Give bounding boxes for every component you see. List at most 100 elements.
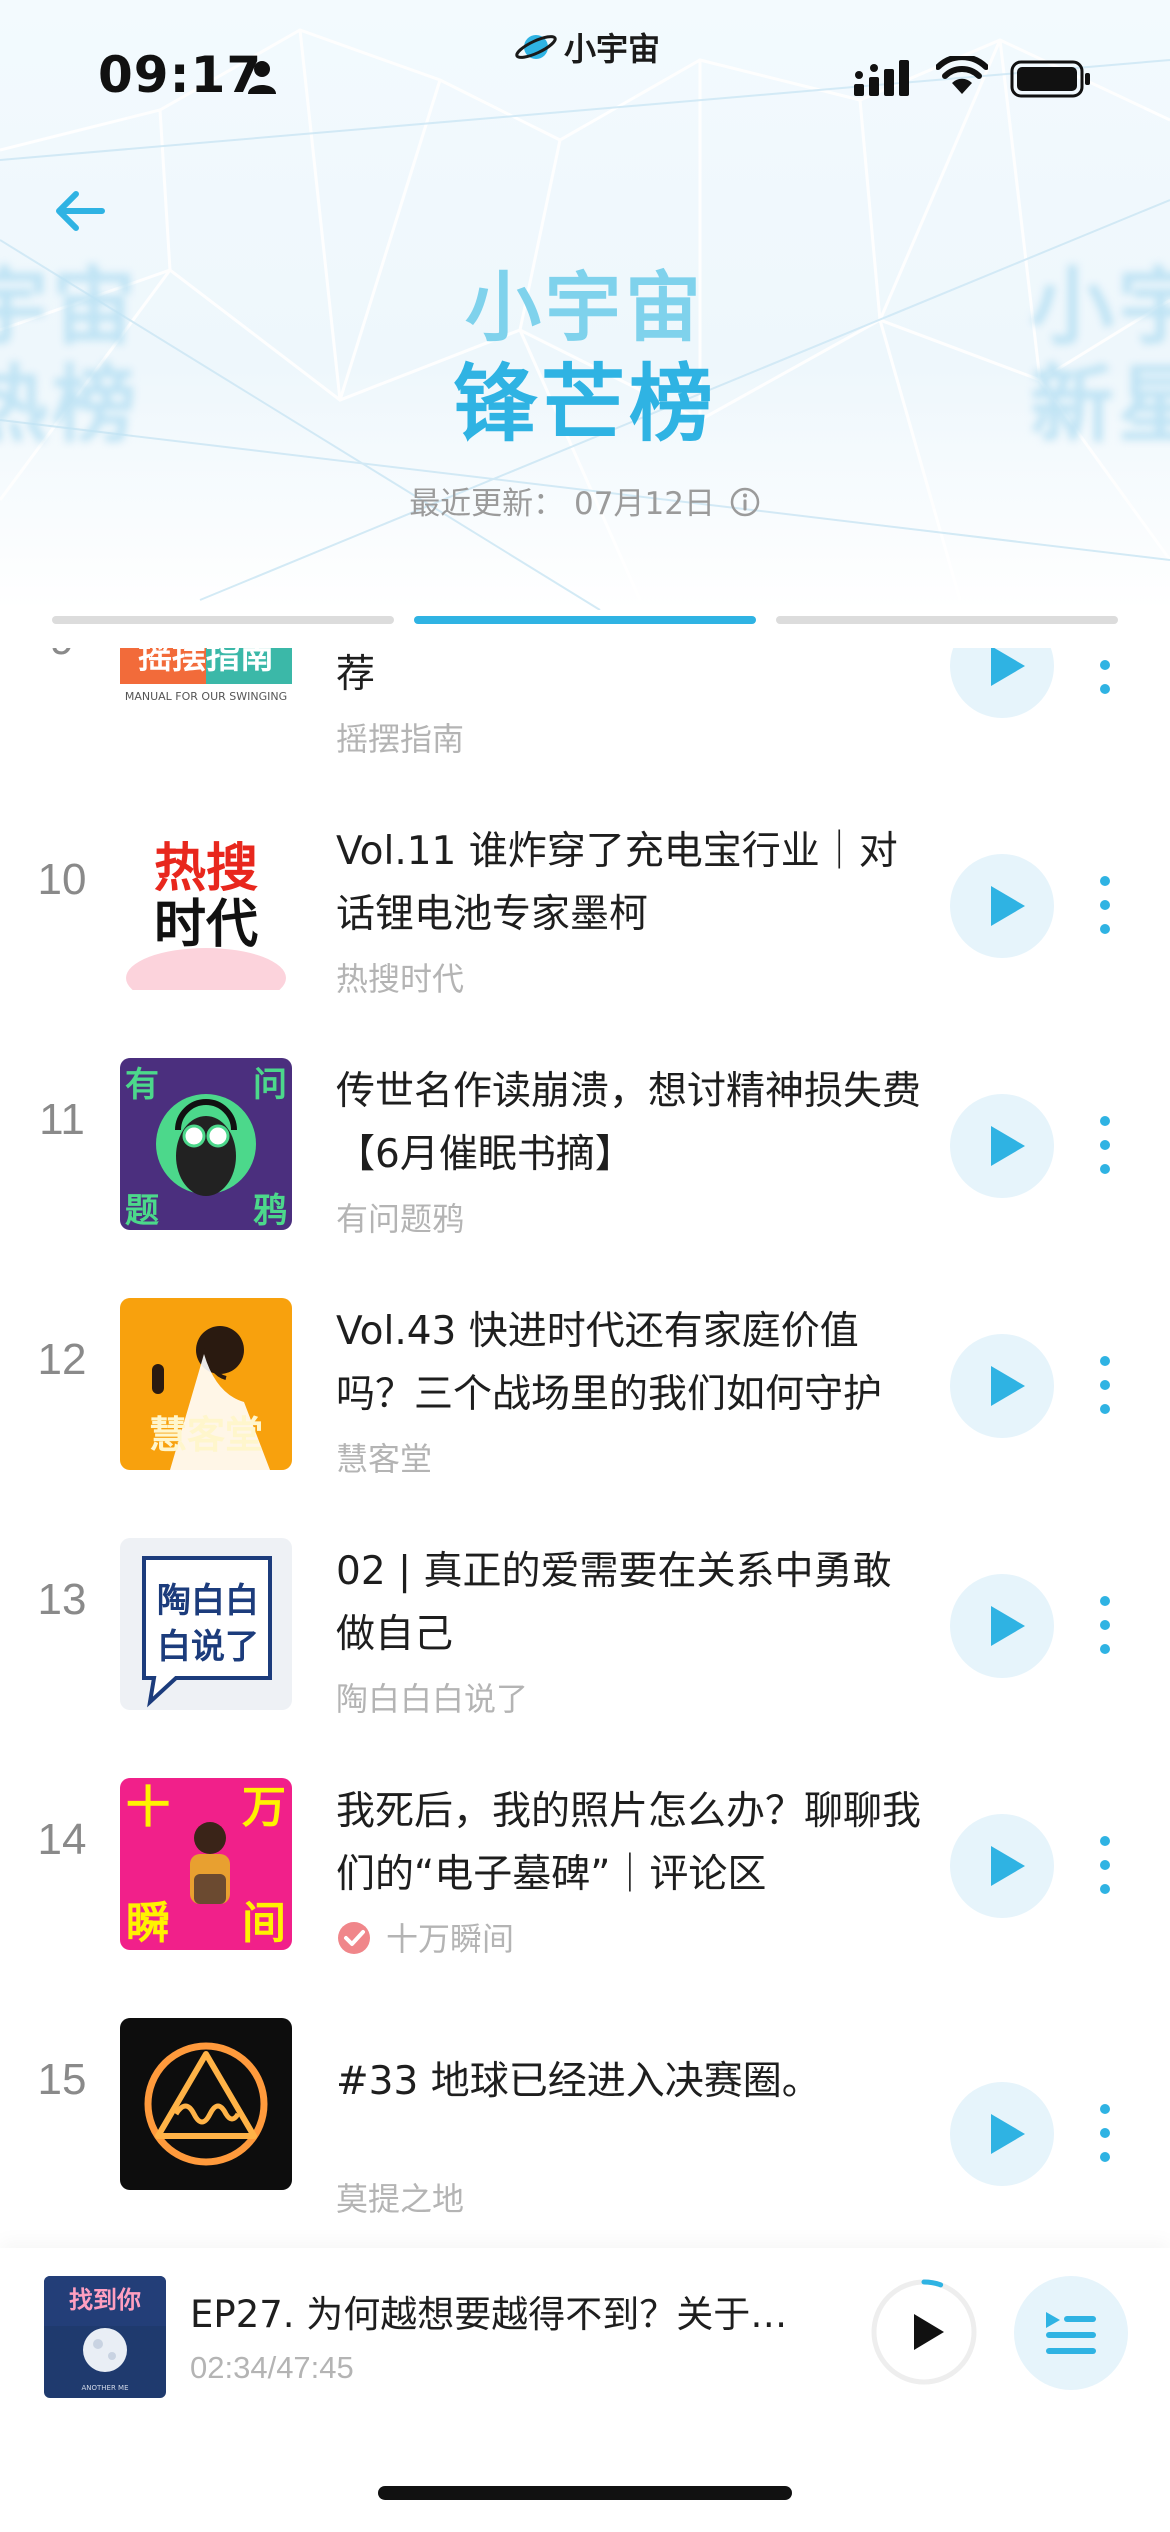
ranking-row[interactable]: 15 #33 地球已经进入决赛圈。 莫提之地 [0,1978,1170,2218]
last-updated-label: 最近更新： [409,486,565,522]
podcast-cover[interactable]: 热搜 时代 [120,818,292,990]
podcast-name[interactable]: 莫提之地 [336,2174,464,2220]
podcast-name[interactable]: 慧客堂 [336,1434,432,1480]
more-options-button[interactable] [1090,1830,1120,1902]
play-icon [991,1606,1025,1646]
play-button[interactable] [950,648,1054,718]
player-progress-ring [921,2279,944,2288]
rank-number: 15 [37,2055,87,2104]
cover-title: 慧客堂 [149,1413,263,1457]
cover-char: 瞬 [126,1898,170,1949]
podcast-name[interactable]: 热搜时代 [336,954,464,1000]
playlist-button[interactable] [1014,2276,1128,2390]
episode-title[interactable]: Vol.11 谁炸穿了充电宝行业｜对话锂电池专家墨柯 [336,820,926,946]
status-time: 09:17 [98,46,263,104]
episode-title[interactable]: #33 地球已经进入决赛圈。 [336,2050,926,2113]
rank-number: 14 [37,1815,87,1864]
ranking-list[interactable]: 9 摇摆指南 MANUAL FOR OUR SWINGING Vol.75 摇摆… [0,648,1170,2248]
info-icon[interactable] [729,486,761,526]
rank-number: 10 [37,855,87,904]
play-icon [991,2114,1025,2154]
cover-char: 题 [125,1191,159,1230]
screen: 宇宙 热榜 小宇 新星 09:17 小宇宙 小宇宙 锋芒榜 最近更新： 07月1… [0,0,1170,2532]
more-options-button[interactable] [1090,2098,1120,2170]
podcast-cover[interactable]: 有 问 题 鸦 [120,1058,292,1230]
more-options-button[interactable] [1090,870,1120,942]
podcast-name[interactable]: 陶白白白说了 [336,1674,528,1720]
podcast-name[interactable]: 十万瞬间 [336,1914,514,1964]
more-options-button[interactable] [1090,1110,1120,1182]
play-button[interactable] [950,2082,1054,2186]
podcast-name-text: 热搜时代 [336,960,465,998]
ranking-row[interactable]: 13 陶白白 白说了 02 | 真正的爱需要在关系中勇敢做自己 陶白白白说了 [0,1498,1170,1738]
cover-title: 陶白白 [157,1581,259,1621]
player-cover-title: 找到你 [69,2286,141,2314]
podcast-cover[interactable]: 十 万 瞬 间 [120,1778,292,1950]
episode-title[interactable]: 我死后，我的照片怎么办？聊聊我们的“电子墓碑”｜评论区 [336,1780,926,1906]
tab-indicator-1[interactable] [52,616,394,624]
playlist-icon [1046,2312,1096,2354]
podcast-name[interactable]: 摇摆指南 [336,714,464,760]
rank-number: 13 [37,1575,87,1624]
episode-title[interactable]: 传世名作读崩溃，想讨精神损失费【6月催眠书摘】 [336,1060,926,1186]
brand-name: 小宇宙 [564,30,661,68]
cover-char: 问 [253,1065,287,1105]
player-play-button[interactable] [868,2276,980,2388]
chart-title: 小宇宙 锋芒榜 [385,262,785,454]
ranking-row[interactable]: 10 热搜 时代 Vol.11 谁炸穿了充电宝行业｜对话锂电池专家墨柯 热搜时代 [0,778,1170,1018]
play-icon [991,648,1025,686]
play-icon [991,1846,1025,1886]
episode-title[interactable]: 02 | 真正的爱需要在关系中勇敢做自己 [336,1540,926,1666]
cover-char: 鸦 [253,1191,287,1230]
rank-number: 9 [22,648,102,665]
player-progress-time: 02:34/47:45 [190,2350,354,2385]
ranking-row[interactable]: 9 摇摆指南 MANUAL FOR OUR SWINGING Vol.75 摇摆… [0,648,1170,778]
play-button[interactable] [950,1094,1054,1198]
cover-char: 间 [242,1898,286,1949]
more-options-button[interactable] [1090,1590,1120,1662]
player-cover-subtitle: ANOTHER ME [81,2384,128,2392]
status-bar: 09:17 小宇宙 [0,0,1170,150]
podcast-cover[interactable]: 慧客堂 [120,1298,292,1470]
wifi-icon [936,56,988,94]
episode-title[interactable]: Vol.43 快进时代还有家庭价值吗？三个战场里的我们如何守护 [336,1300,926,1426]
home-indicator [378,2486,792,2500]
cover-subtitle: MANUAL FOR OUR SWINGING [125,690,287,703]
podcast-name-text: 莫提之地 [336,2180,465,2218]
signal-icon [854,60,909,96]
player-episode-title[interactable]: EP27. 为何越想要越得不到？关于执念的对话 [190,2284,810,2338]
more-options-button[interactable] [1090,1350,1120,1422]
play-icon [991,886,1025,926]
podcast-cover[interactable]: 陶白白 白说了 [120,1538,292,1710]
cover-subtitle: 时代 [154,895,258,955]
cover-char: 十 [126,1782,170,1833]
more-options-button[interactable] [1090,648,1120,702]
podcast-name-text: 有问题鸦 [336,1200,465,1238]
tab-indicator-3[interactable] [776,616,1118,624]
play-button[interactable] [950,1574,1054,1678]
arrow-left-icon [56,191,105,231]
play-button[interactable] [950,1814,1054,1918]
cover-subtitle: 白说了 [157,1627,259,1667]
back-button[interactable] [50,184,110,238]
play-button[interactable] [950,1334,1054,1438]
podcast-cover[interactable] [120,2018,292,2190]
ranking-row[interactable]: 11 有 问 题 鸦 传世名作读崩溃，想讨精神损失费【6月催眠书摘】 有问题鸦 [0,1018,1170,1258]
rank-number: 11 [39,1095,85,1144]
chart-tab-indicators [52,616,1118,624]
previous-chart-peek[interactable]: 宇宙 热榜 [0,258,140,454]
ranking-row[interactable]: 12 慧客堂 Vol.43 快进时代还有家庭价值吗？三个战场里的我们如何守护 慧… [0,1258,1170,1498]
play-button[interactable] [950,854,1054,958]
ranking-row[interactable]: 14 十 万 瞬 间 我死后，我的照片怎么办？聊聊我们的“电子墓碑”｜评论区 十… [0,1738,1170,1978]
tab-indicator-2-active[interactable] [414,616,756,624]
player-cover[interactable]: 找到你 ANOTHER ME [44,2276,166,2398]
last-updated: 最近更新： 07月12日 [385,478,785,526]
planet-logo-icon [515,35,557,59]
cover-char: 万 [242,1782,286,1833]
podcast-name-text: 摇摆指南 [336,720,465,758]
next-chart-peek[interactable]: 小宇 新星 [1030,258,1170,454]
play-icon [991,1366,1025,1406]
podcast-name[interactable]: 有问题鸦 [336,1194,464,1240]
episode-title[interactable]: Vol.75 摇摆读书会：中文科幻推荐 [336,648,926,706]
podcast-cover[interactable]: 摇摆指南 MANUAL FOR OUR SWINGING [120,648,292,750]
